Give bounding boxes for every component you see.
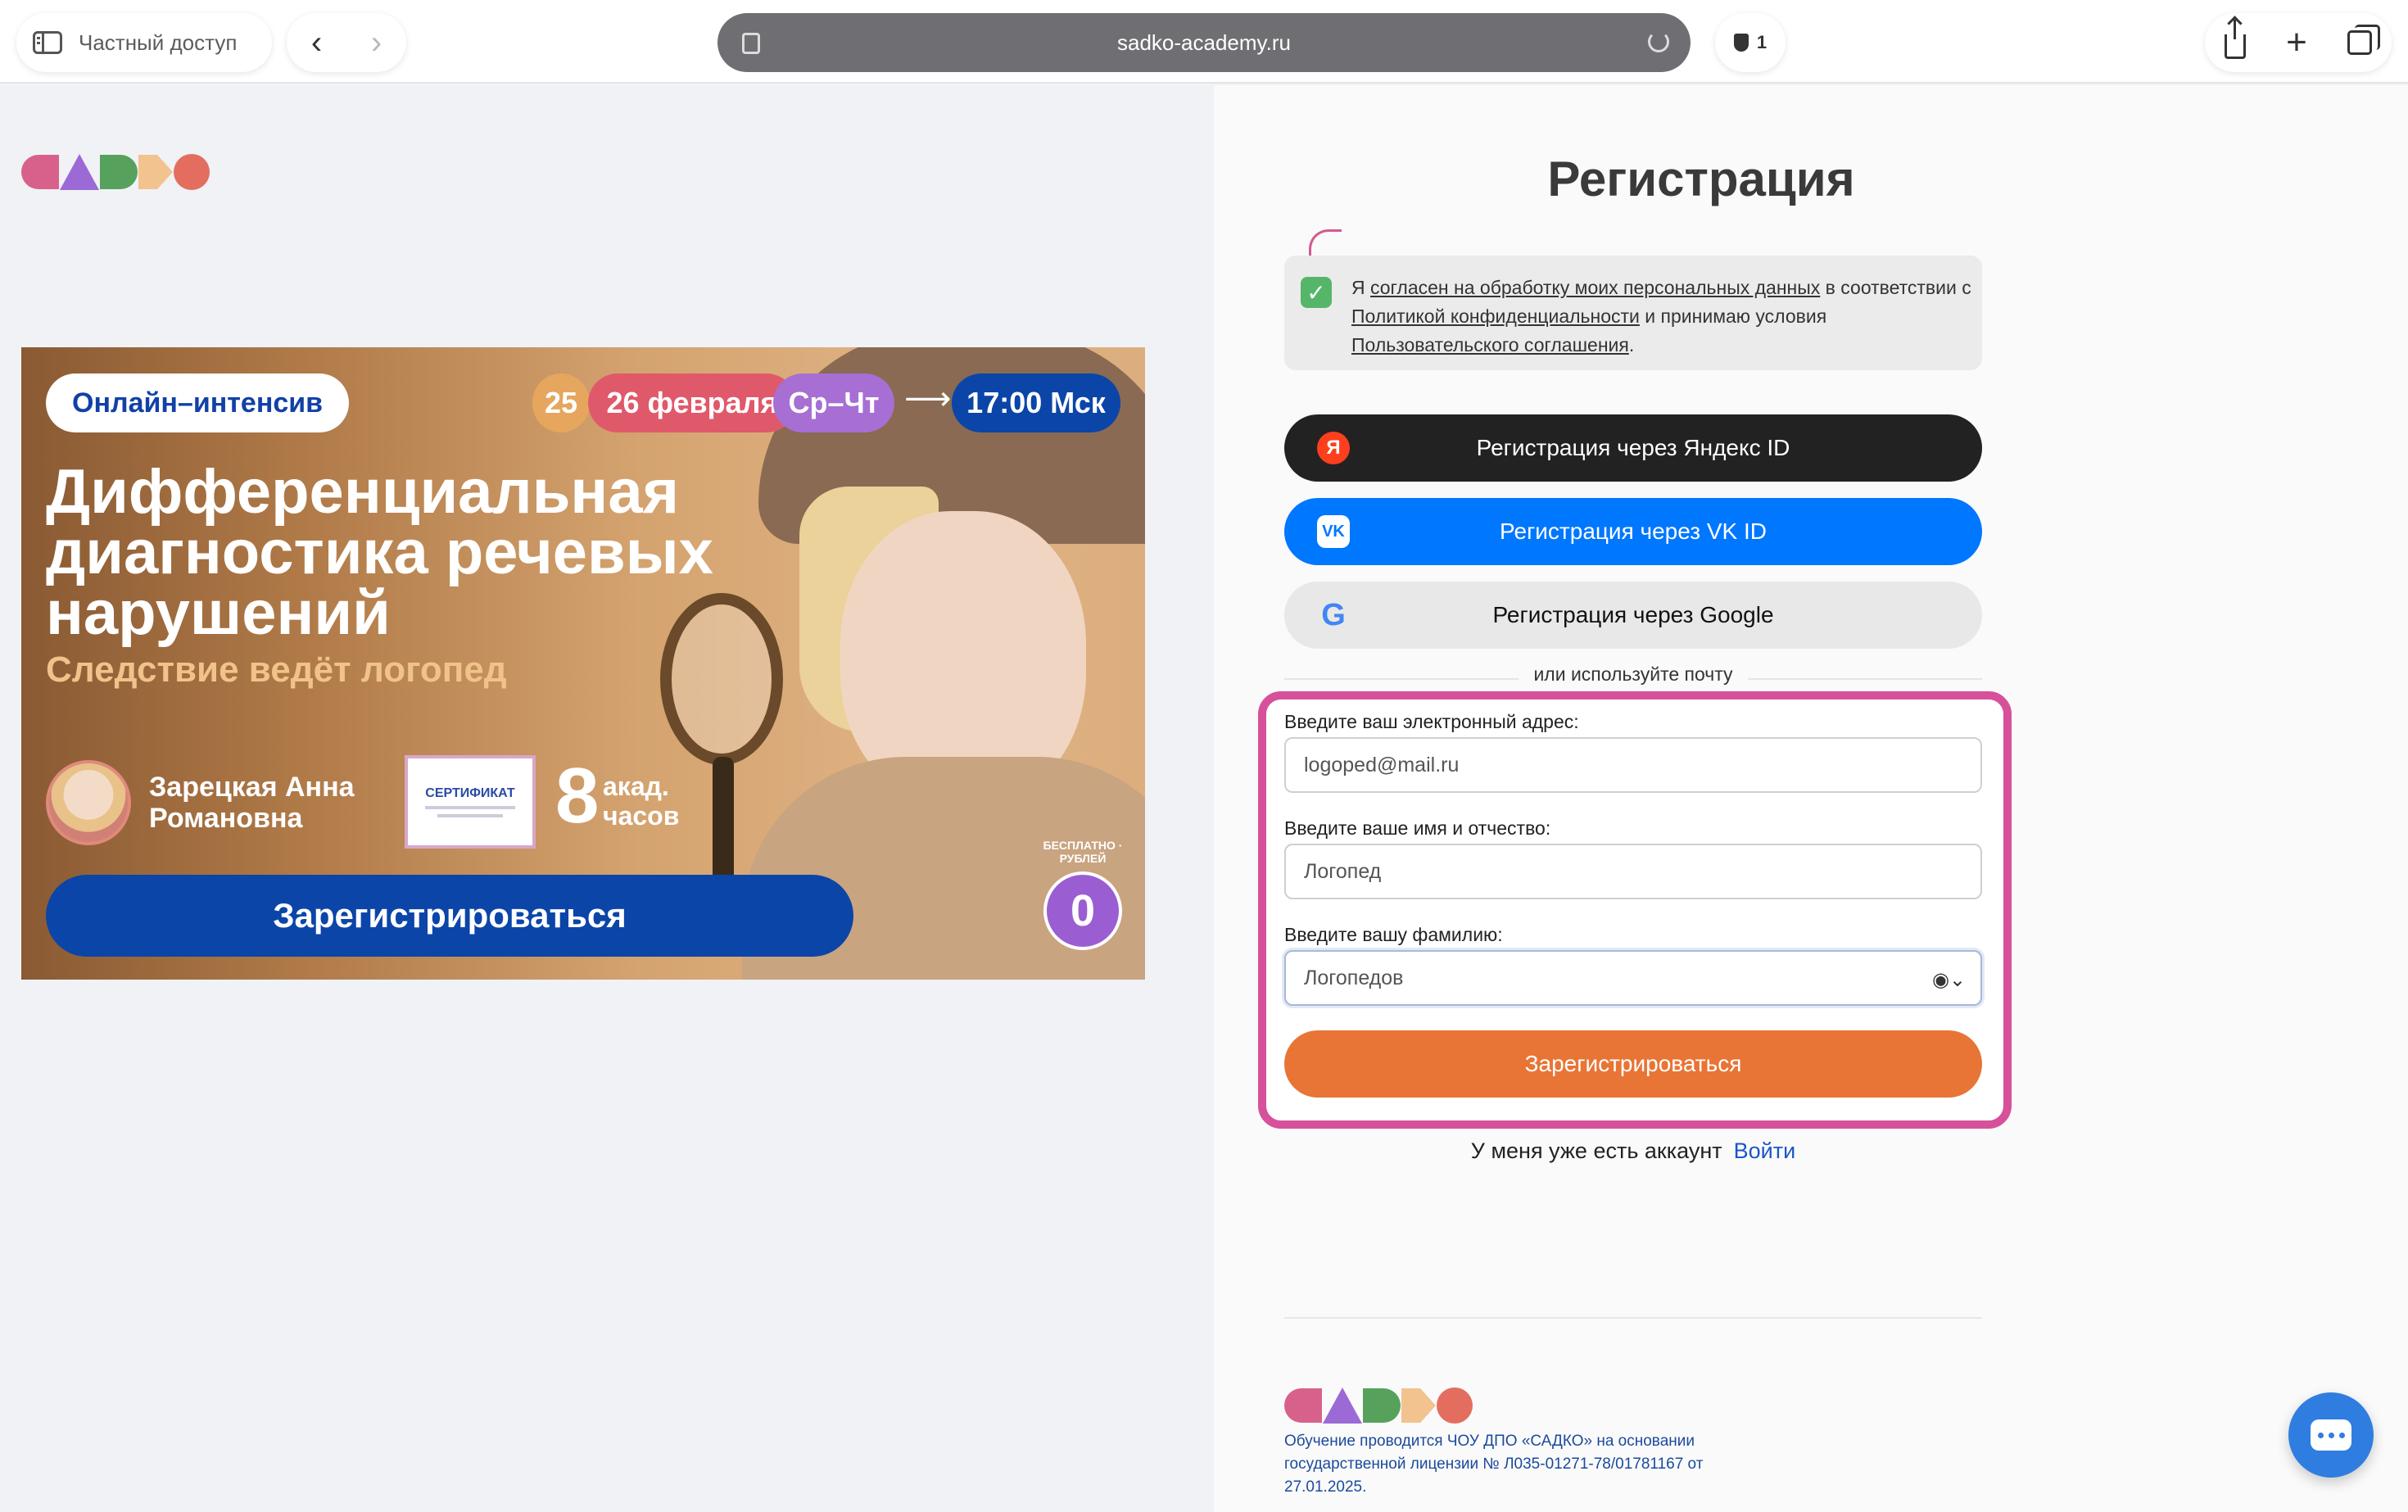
share-icon[interactable] [2225,20,2247,59]
chat-button[interactable] [2288,1392,2374,1478]
yandex-id-button[interactable]: Я Регистрация через Яндекс ID [1284,414,1982,482]
tracker-count: 1 [1756,32,1768,52]
plus-icon[interactable]: + [2286,25,2307,61]
private-label: Частный доступ [79,29,238,55]
sidebar-icon [33,31,62,54]
free-badge-text: БЕСПЛАТНО · РУБЛЕЙ [1043,839,1123,865]
banner-days: Ср–Чт [773,373,894,432]
surname-label: Введите вашу фамилию: [1284,924,1503,945]
back-icon[interactable]: ‹ [311,26,322,59]
forward-icon[interactable]: › [371,26,382,59]
vk-id-button[interactable]: VK Регистрация через VK ID [1284,498,1982,565]
banner-date-day2: 26 февраля [588,373,796,432]
banner-tag: Онлайн–интенсив [46,373,350,432]
certificate-image: СЕРТИФИКАТ [405,755,536,849]
user-agreement-link[interactable]: Пользовательского соглашения [1351,334,1629,355]
surname-input[interactable]: Логопедов ◉⌄ [1284,950,1982,1006]
privacy-policy-link[interactable]: Политикой конфиденциальности [1351,306,1640,327]
consent-text: Я согласен на обработку моих персональны… [1351,277,1971,355]
banner-time: 17:00 Мск [952,373,1120,432]
shield-icon [1733,34,1749,52]
divider-text: или используйте почту [1214,663,2053,686]
toolbar-actions: + [2205,13,2392,72]
certificate-title: СЕРТИФИКАТ [425,786,515,800]
banner-register-button[interactable]: Зарегистрироваться [46,875,853,957]
registration-panel: Регистрация ✓ Я согласен на обработку мо… [1214,85,2408,1512]
email-input[interactable]: logoped@mail.ru [1284,737,1982,793]
privacy-report-button[interactable]: 1 [1715,13,1786,72]
hours-text: акад. часов [603,772,680,831]
banner-title: Дифференциальная диагностика речевых нар… [46,457,713,648]
footer-divider [1284,1317,1982,1319]
login-link[interactable]: Войти [1734,1139,1796,1163]
free-badge: 0 [1043,871,1122,950]
submit-register-button[interactable]: Зарегистрироваться [1284,1030,1982,1098]
tabs-icon[interactable] [2347,25,2380,55]
name-label: Введите ваше имя и отчество: [1284,817,1551,839]
private-browsing-button[interactable]: Частный доступ [16,13,272,72]
url-text: sadko-academy.ru [1117,29,1291,55]
autofill-icon[interactable]: ◉⌄ [1932,968,1966,992]
nav-buttons: ‹ › [287,13,406,72]
check-icon: ✓ [1306,279,1326,306]
page-title: Регистрация [1547,152,1855,206]
surname-value: Логопедов [1304,966,1404,989]
have-account-row: У меня уже есть аккаунт Войти [1214,1139,2053,1164]
footer-logo[interactable] [1284,1388,1473,1424]
left-panel: Онлайн–интенсив 25 26 февраля Ср–Чт ⟶ 17… [0,85,1214,1512]
consent-checkbox[interactable]: ✓ [1301,277,1332,308]
speaker-avatar [46,760,131,845]
hours-number: 8 [555,752,600,840]
reader-icon[interactable] [742,33,760,54]
vk-label: Регистрация через VK ID [1500,518,1767,544]
promo-banner[interactable]: Онлайн–интенсив 25 26 февраля Ср–Чт ⟶ 17… [21,347,1145,980]
sadko-logo[interactable] [21,154,210,190]
banner-subtitle: Следствие ведёт логопед [46,650,507,690]
email-label: Введите ваш электронный адрес: [1284,711,1579,732]
speaker-name: Зарецкая Анна Романовна [149,772,355,834]
browser-toolbar: Частный доступ ‹ › sadko-academy.ru 1 + [0,0,2408,84]
have-account-text: У меня уже есть аккаунт [1470,1139,1722,1163]
chat-icon [2311,1419,2351,1451]
reload-icon[interactable] [1648,31,1669,52]
consent-box: ✓ Я согласен на обработку моих персональ… [1284,256,1982,370]
banner-arrow: ⟶ [904,381,952,417]
footer-license-text: Обучение проводится ЧОУ ДПО «САДКО» на о… [1284,1433,1704,1496]
google-button[interactable]: G Регистрация через Google [1284,582,1982,649]
vk-icon: VK [1317,515,1350,548]
google-label: Регистрация через Google [1492,602,1774,627]
google-icon: G [1321,597,1346,632]
yandex-label: Регистрация через Яндекс ID [1476,435,1790,460]
name-input[interactable]: Логопед [1284,844,1982,899]
address-bar[interactable]: sadko-academy.ru [717,13,1691,72]
personal-data-link[interactable]: согласен на обработку моих персональных … [1370,277,1820,298]
yandex-icon: Я [1317,432,1350,464]
banner-date-day1: 25 [532,373,590,432]
